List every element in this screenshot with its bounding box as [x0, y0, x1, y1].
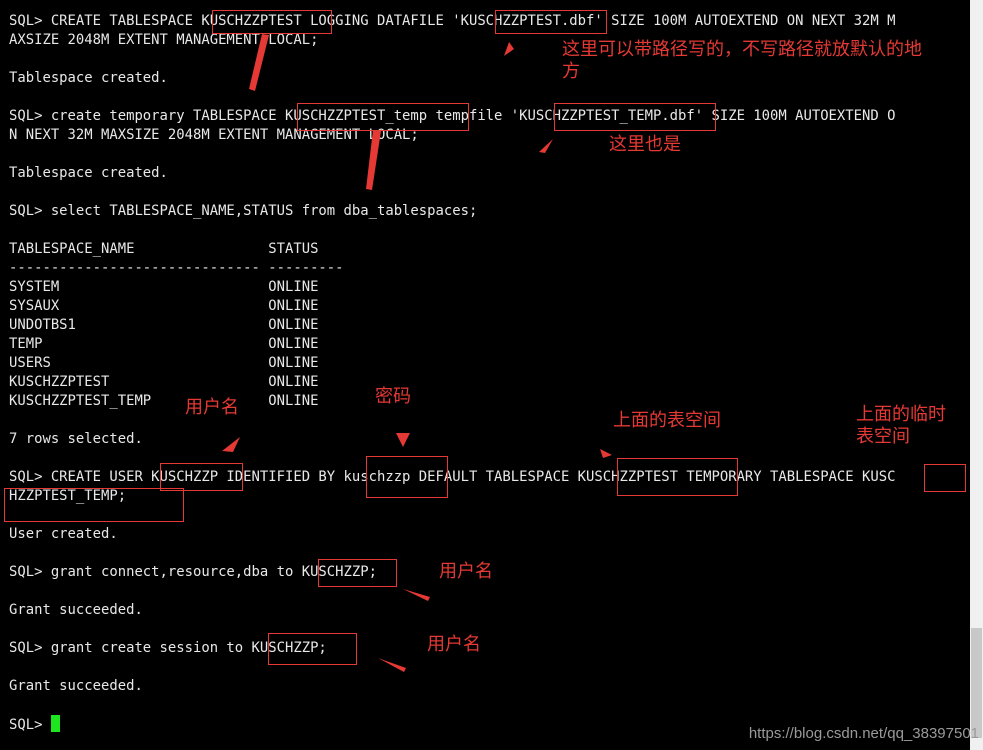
arrow-icon — [539, 139, 553, 153]
watermark: https://blog.csdn.net/qq_38397501 — [748, 725, 979, 742]
scrollbar-thumb[interactable] — [971, 628, 982, 738]
arrow-icon — [249, 34, 269, 91]
arrow-icon — [222, 437, 240, 452]
annotation-username-note-3: 用户名 — [427, 634, 481, 655]
annotation-username-note: 用户名 — [185, 397, 239, 418]
arrow-icon — [366, 130, 381, 190]
arrow-icon — [378, 658, 406, 672]
annotation-password-note: 密码 — [375, 386, 411, 407]
arrow-icon — [600, 449, 612, 458]
vertical-scrollbar[interactable] — [970, 0, 983, 750]
annotation-path-note: 这里可以带路径写的，不写路径就放默认的地 方 — [562, 39, 922, 82]
annotation-arrows — [222, 34, 612, 672]
arrow-icon — [396, 433, 410, 447]
annotation-username-note-2: 用户名 — [439, 561, 493, 582]
annotation-tablespace-note: 上面的表空间 — [613, 410, 721, 431]
arrow-icon — [403, 589, 430, 601]
annotation-temp-tablespace-note: 上面的临时 表空间 — [856, 404, 946, 447]
arrow-icon — [504, 42, 514, 56]
annotation-temp-note: 这里也是 — [609, 134, 681, 155]
